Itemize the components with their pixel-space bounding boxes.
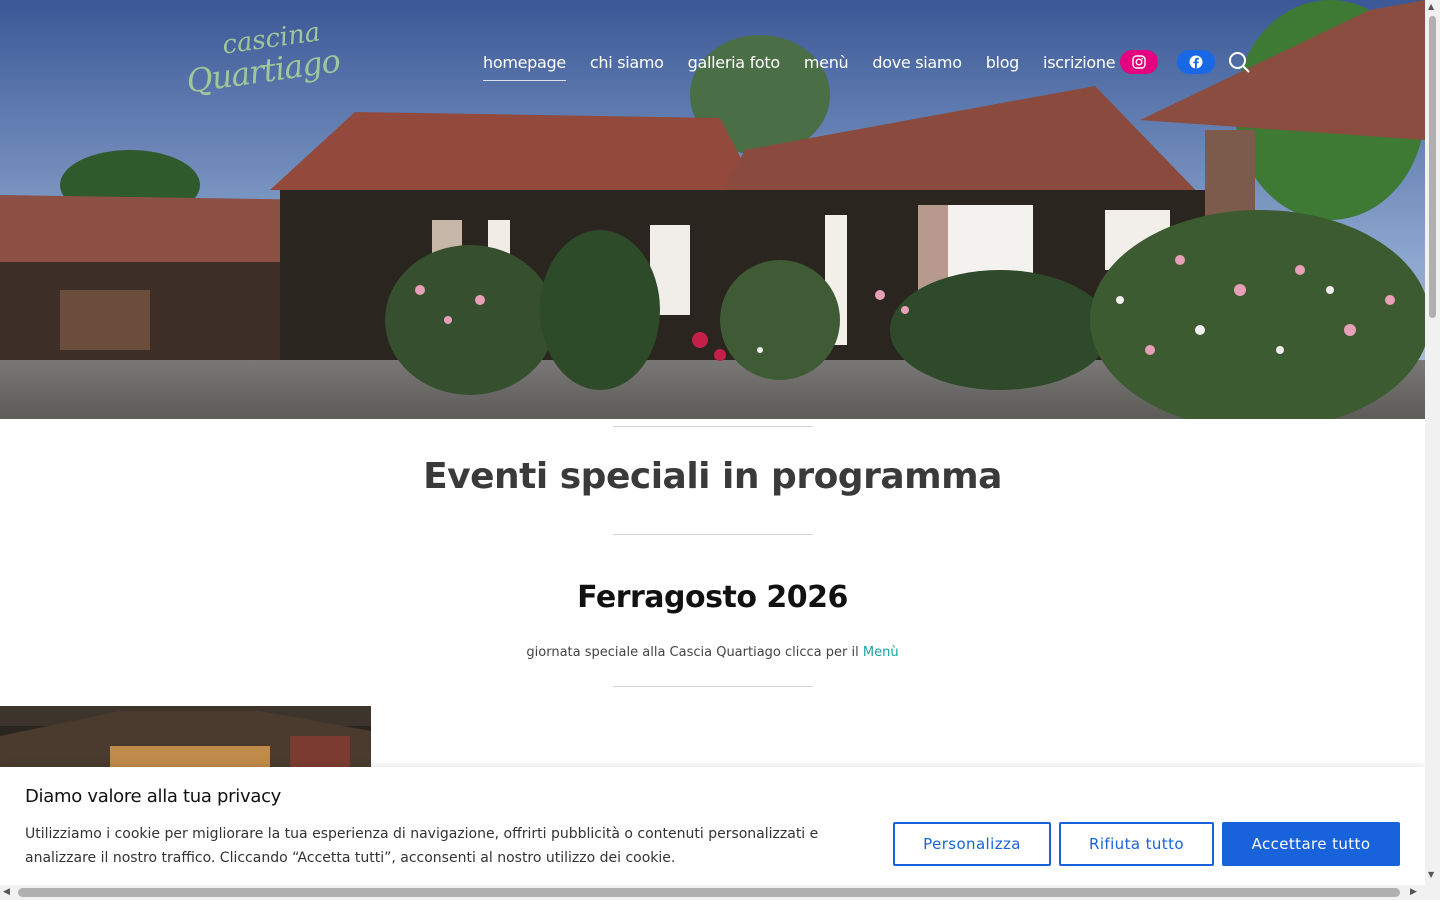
facebook-icon <box>1189 55 1203 69</box>
vertical-scrollbar[interactable]: ▲ ▼ <box>1425 0 1440 885</box>
instagram-icon <box>1132 55 1146 69</box>
nav-item-homepage[interactable]: homepage <box>483 53 566 81</box>
divider <box>613 686 813 687</box>
divider <box>613 534 813 535</box>
nav-item-blog[interactable]: blog <box>986 53 1020 72</box>
search-button[interactable] <box>1228 51 1250 73</box>
instagram-button[interactable] <box>1120 50 1158 74</box>
event-photo[interactable] <box>0 706 371 776</box>
vertical-scrollbar-thumb[interactable] <box>1429 16 1436 318</box>
section-title: Eventi speciali in programma <box>423 456 1002 497</box>
nav-item-chi-siamo[interactable]: chi siamo <box>590 53 664 72</box>
scroll-down-icon[interactable]: ▼ <box>1428 870 1434 879</box>
search-icon <box>1229 52 1250 73</box>
cookie-title: Diamo valore alla tua privacy <box>25 786 282 807</box>
nav-item-menu[interactable]: menù <box>804 53 849 72</box>
scroll-up-icon[interactable]: ▲ <box>1428 2 1434 11</box>
event-description: giornata speciale alla Cascia Quartiago … <box>0 645 1425 660</box>
cookie-banner: Diamo valore alla tua privacy Utilizziam… <box>0 767 1425 887</box>
horizontal-scrollbar-thumb[interactable] <box>18 888 1400 897</box>
event-title: Ferragosto 2026 <box>577 580 848 615</box>
event-menu-link[interactable]: Menù <box>863 645 899 660</box>
accept-all-button[interactable]: Accettare tutto <box>1222 822 1400 866</box>
scroll-right-icon[interactable]: ▶ <box>1410 887 1417 897</box>
cookie-text: Utilizziamo i cookie per migliorare la t… <box>25 826 819 866</box>
customize-button[interactable]: Personalizza <box>893 822 1051 866</box>
reject-all-button[interactable]: Rifiuta tutto <box>1059 822 1214 866</box>
scroll-left-icon[interactable]: ◀ <box>3 887 10 897</box>
divider <box>613 426 813 427</box>
event-description-text: giornata speciale alla Cascia Quartiago … <box>526 645 859 660</box>
scrollbar-corner <box>1425 885 1440 900</box>
facebook-button[interactable] <box>1177 50 1215 74</box>
nav-item-dove-siamo[interactable]: dove siamo <box>872 53 962 72</box>
horizontal-scrollbar[interactable]: ◀ ▶ <box>0 885 1425 900</box>
main-nav: homepage chi siamo galleria foto menù do… <box>483 50 1139 81</box>
site-logo[interactable]: cascina Quartiago <box>184 17 342 100</box>
nav-item-galleria-foto[interactable]: galleria foto <box>688 53 781 72</box>
nav-item-iscrizione[interactable]: iscrizione <box>1043 53 1116 72</box>
barn-interior-image <box>0 706 371 776</box>
hero-banner: cascina Quartiago homepage chi siamo gal… <box>0 0 1425 419</box>
